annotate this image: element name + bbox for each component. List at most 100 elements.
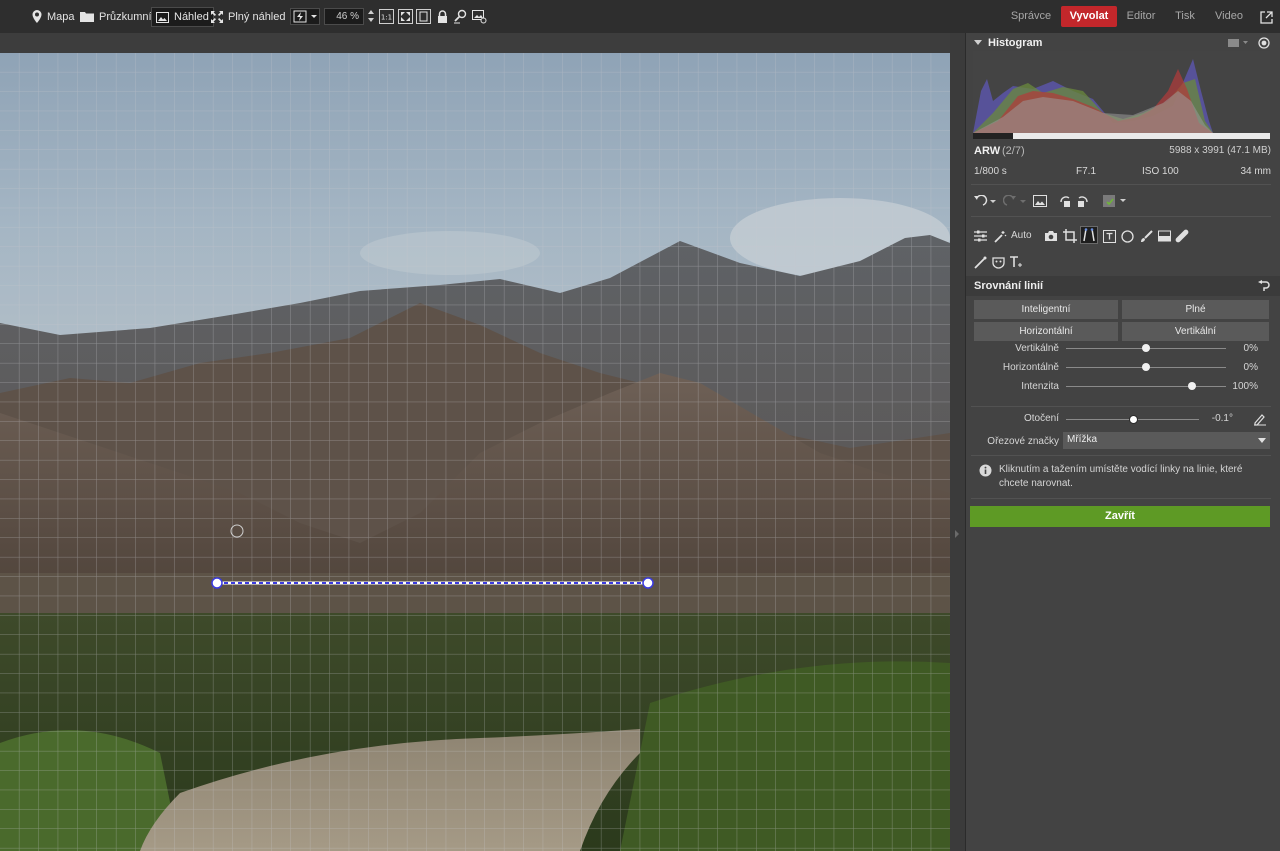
info-icon: [978, 463, 992, 477]
flash-dropdown[interactable]: [290, 8, 320, 25]
rotation-label: Otočení: [1023, 413, 1059, 424]
redo-button[interactable]: [1003, 194, 1027, 208]
vertical-slider-knob[interactable]: [1142, 344, 1150, 352]
stepper-icon: [367, 10, 374, 22]
camera-tool[interactable]: [1044, 229, 1058, 243]
info-text: Kliknutím a tažením umístěte vodící link…: [999, 464, 1243, 489]
circle-icon: [1120, 229, 1134, 243]
camera-icon: [1228, 39, 1248, 47]
external-window-button[interactable]: [1258, 9, 1274, 25]
section-title: Srovnání linií: [974, 280, 1044, 292]
fullscreen-label: Plný náhled: [228, 10, 286, 23]
bandage-icon: [1175, 229, 1189, 243]
brush-tool[interactable]: [1139, 229, 1153, 243]
rotate-right-button[interactable]: [1076, 194, 1090, 208]
exif-shutter: 1/800 s: [974, 166, 1007, 177]
rotation-edit-button[interactable]: [1253, 412, 1267, 426]
histogram-chart: [973, 51, 1270, 139]
map-pin-icon: [32, 10, 42, 23]
rotate-left-icon: [1060, 196, 1070, 207]
exif-aperture: F7.1: [1076, 166, 1097, 177]
module-tab-tisk[interactable]: Tisk: [1166, 6, 1204, 27]
histogram-title: Histogram: [988, 37, 1043, 49]
histogram-settings-button[interactable]: [1257, 36, 1271, 50]
module-tab-vyvolat[interactable]: Vyvolat: [1061, 6, 1117, 27]
vertical-slider-value: 0%: [1243, 343, 1258, 354]
pipette-icon: [973, 256, 986, 269]
image-icon: [1033, 195, 1047, 207]
photo-canvas[interactable]: [0, 53, 950, 851]
pipette-tool[interactable]: [973, 255, 987, 269]
healing-tool[interactable]: [1175, 229, 1189, 243]
folder-icon: [80, 12, 94, 22]
file-index: (2/7): [1002, 145, 1025, 157]
full-button[interactable]: Plné: [1122, 300, 1269, 319]
original-image-button[interactable]: [1033, 194, 1047, 208]
fullscreen-button[interactable]: Plný náhled: [211, 7, 286, 26]
adjustments-tool[interactable]: [973, 229, 987, 243]
radial-filter-tool[interactable]: [1120, 229, 1134, 243]
undo-button[interactable]: [973, 194, 997, 208]
guide-handle-left[interactable]: [211, 577, 223, 589]
loupe-icon: [453, 9, 466, 23]
compare-button[interactable]: [471, 8, 487, 24]
map-button[interactable]: Mapa: [32, 7, 75, 26]
horizontal-button[interactable]: Horizontální: [974, 322, 1118, 341]
crop-marks-select[interactable]: Mřížka: [1063, 432, 1270, 449]
preview-button[interactable]: Náhled: [151, 7, 214, 27]
crop-marks-label: Ořezové značky: [987, 436, 1059, 447]
horizontal-slider-value: 0%: [1243, 362, 1258, 373]
horizontal-slider-knob[interactable]: [1142, 363, 1150, 371]
save-dropdown[interactable]: [1102, 194, 1128, 208]
auto-label[interactable]: Auto: [1011, 230, 1032, 241]
divider: [971, 216, 1271, 217]
gradient-tool[interactable]: [1157, 229, 1171, 243]
guide-handle-right[interactable]: [642, 577, 654, 589]
reset-arrow-icon: [1258, 280, 1270, 291]
zoom-1to1-button[interactable]: 1:1: [378, 8, 394, 24]
histogram-header[interactable]: Histogram: [974, 37, 1042, 49]
explorer-button[interactable]: Průzkumník: [80, 7, 157, 26]
flash-icon: [293, 10, 317, 23]
rotate-left-button[interactable]: [1058, 194, 1072, 208]
rotate-right-icon: [1078, 196, 1088, 207]
develop-panel: Histogram ARW (2/7) 5988 x 3991 (47.1 MB…: [965, 33, 1280, 851]
intelligent-button[interactable]: Inteligentní: [974, 300, 1118, 319]
file-format: ARW: [974, 145, 1001, 157]
file-dimensions: 5988 x 3991 (47.1 MB): [1169, 145, 1271, 156]
external-link-icon: [1259, 10, 1273, 24]
module-tab-spravce[interactable]: Správce: [1005, 6, 1057, 27]
text-frame-tool[interactable]: [1102, 229, 1116, 243]
image-settings-icon: [471, 9, 486, 23]
undo-icon: [974, 195, 996, 206]
straighten-tool[interactable]: [1080, 226, 1098, 244]
close-button[interactable]: Zavřít: [970, 506, 1270, 527]
zoom-field[interactable]: 46 %: [324, 8, 364, 25]
histogram-mode-dropdown[interactable]: [1226, 36, 1250, 50]
face-retouch-tool[interactable]: [991, 255, 1005, 269]
module-tab-video[interactable]: Video: [1207, 6, 1251, 27]
divider: [971, 455, 1271, 456]
fit-height-button[interactable]: [415, 8, 431, 24]
crop-marks-value: Mřížka: [1067, 434, 1097, 445]
pencil-ruler-icon: [1254, 414, 1266, 426]
fit-screen-button[interactable]: [397, 8, 413, 24]
rotation-slider-knob[interactable]: [1128, 415, 1138, 424]
text-tool[interactable]: [1009, 255, 1023, 269]
photo-workspace: [0, 33, 965, 851]
intensity-slider-label: Intenzita: [1021, 381, 1059, 392]
perspective-icon: [1083, 228, 1095, 242]
map-label: Mapa: [47, 10, 75, 23]
vertical-button[interactable]: Vertikální: [1122, 322, 1269, 341]
loupe-button[interactable]: [452, 8, 468, 24]
mask-icon: [991, 256, 1005, 269]
crop-tool[interactable]: [1063, 229, 1077, 243]
module-tab-editor[interactable]: Editor: [1120, 6, 1162, 27]
reset-section-button[interactable]: [1257, 279, 1271, 293]
zoom-stepper[interactable]: [366, 8, 375, 24]
intensity-slider-knob[interactable]: [1188, 382, 1197, 390]
auto-tool[interactable]: [993, 229, 1007, 243]
intensity-slider-track[interactable]: [1066, 386, 1226, 387]
lock-button[interactable]: [434, 8, 450, 24]
gradient-icon: [1157, 230, 1171, 242]
